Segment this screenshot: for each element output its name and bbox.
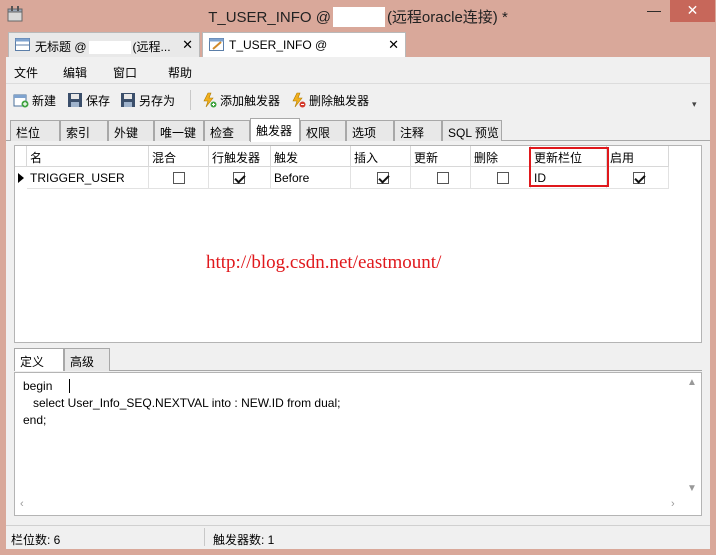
add-trigger-label: 添加触发器 bbox=[220, 94, 281, 108]
menu-file[interactable]: 文件 bbox=[14, 64, 38, 81]
vertical-scrollbar[interactable]: ▲ ▼ bbox=[684, 373, 701, 515]
cell-row-trigger[interactable] bbox=[209, 167, 271, 189]
minimize-button[interactable]: — bbox=[640, 0, 668, 22]
save-icon bbox=[68, 93, 82, 107]
table-icon bbox=[15, 38, 30, 51]
menu-bar: 文件 编辑 窗口 帮助 bbox=[6, 57, 710, 84]
cell-delete[interactable] bbox=[471, 167, 531, 189]
tab-foreign-keys[interactable]: 外键 bbox=[108, 120, 154, 141]
delete-trigger-label: 删除触发器 bbox=[309, 94, 370, 108]
code-line-2: select User_Info_SEQ.NEXTVAL into : NEW.… bbox=[23, 396, 341, 410]
doc-tab-untitled[interactable]: 无标题 @ (远程... ✕ bbox=[8, 32, 200, 57]
toolbar-separator bbox=[190, 90, 191, 110]
text-caret bbox=[69, 379, 70, 393]
redacted-host bbox=[88, 41, 131, 55]
field-count: 栏位数: 6 bbox=[11, 533, 61, 547]
column-header-update[interactable]: 更新 bbox=[411, 146, 471, 167]
scroll-up-icon[interactable]: ▲ bbox=[687, 377, 697, 388]
delete-trigger-button[interactable]: 删除触发器 bbox=[290, 92, 369, 110]
definition-tabs: 定义 高级 bbox=[14, 348, 702, 371]
update-checkbox[interactable] bbox=[437, 172, 449, 184]
tab-indexes[interactable]: 索引 bbox=[60, 120, 108, 141]
close-tab-icon[interactable]: ✕ bbox=[182, 37, 193, 53]
window-title-suffix: (远程oracle连接) * bbox=[386, 9, 508, 26]
add-trigger-icon bbox=[203, 92, 217, 108]
tab-triggers[interactable]: 触发器 bbox=[250, 118, 300, 142]
column-header-row-trigger[interactable]: 行触发器 bbox=[209, 146, 271, 167]
scroll-down-icon[interactable]: ▼ bbox=[687, 483, 697, 494]
menu-edit[interactable]: 编辑 bbox=[63, 64, 87, 81]
mixed-checkbox[interactable] bbox=[173, 172, 185, 184]
document-tab-strip: 无标题 @ (远程... ✕ T_USER_INFO @ ✕ bbox=[6, 30, 710, 58]
column-header-enabled[interactable]: 启用 bbox=[607, 146, 669, 167]
close-tab-icon[interactable]: ✕ bbox=[388, 37, 399, 53]
save-as-label: 另存为 bbox=[139, 94, 176, 108]
delete-trigger-icon bbox=[292, 92, 306, 108]
menu-help[interactable]: 帮助 bbox=[168, 64, 192, 81]
tab-advanced[interactable]: 高级 bbox=[64, 348, 110, 371]
current-row-indicator bbox=[15, 167, 27, 189]
scroll-right-icon[interactable]: › bbox=[671, 498, 675, 510]
tab-unique-keys[interactable]: 唯一键 bbox=[154, 120, 204, 141]
trigger-grid: 名 混合 行触发器 触发 插入 更新 删除 更新栏位 启用 TRIGGER_US… bbox=[14, 145, 702, 343]
column-header-fire[interactable]: 触发 bbox=[271, 146, 351, 167]
cell-fire[interactable]: Before bbox=[271, 167, 351, 189]
new-label: 新建 bbox=[32, 94, 57, 108]
toolbar-overflow-icon[interactable]: ▾ bbox=[692, 99, 697, 110]
scroll-left-icon[interactable]: ‹ bbox=[20, 498, 24, 510]
window-title-prefix: T_USER_INFO @ bbox=[208, 9, 331, 26]
new-icon bbox=[13, 94, 29, 108]
toolbar: 新建 保存 另存为 添加触发器 删除触发器 ▾ bbox=[6, 85, 710, 115]
save-as-button[interactable]: 另存为 bbox=[120, 92, 175, 110]
cell-mixed[interactable] bbox=[149, 167, 209, 189]
horizontal-scrollbar[interactable]: ‹ › bbox=[15, 498, 685, 515]
tab-fields[interactable]: 栏位 bbox=[10, 120, 60, 141]
cell-update[interactable] bbox=[411, 167, 471, 189]
column-header-name[interactable]: 名 bbox=[27, 146, 149, 167]
title-bar: T_USER_INFO @ (远程oracle连接) * — ✕ bbox=[0, 0, 716, 30]
trigger-definition-editor[interactable]: begin select User_Info_SEQ.NEXTVAL into … bbox=[14, 372, 702, 516]
save-as-icon bbox=[121, 93, 135, 107]
save-button[interactable]: 保存 bbox=[67, 92, 110, 110]
column-header-insert[interactable]: 插入 bbox=[351, 146, 411, 167]
trigger-count: 触发器数: 1 bbox=[213, 533, 275, 547]
row-header-corner bbox=[15, 146, 27, 167]
close-window-button[interactable]: ✕ bbox=[670, 0, 715, 22]
column-header-delete[interactable]: 删除 bbox=[471, 146, 531, 167]
tab-privileges[interactable]: 权限 bbox=[300, 120, 346, 141]
cell-trigger-name[interactable]: TRIGGER_USER bbox=[27, 167, 149, 189]
doc-tab-user-info[interactable]: T_USER_INFO @ ✕ bbox=[202, 32, 406, 58]
status-separator bbox=[204, 528, 205, 546]
table-edit-icon bbox=[209, 38, 224, 51]
tab-comments[interactable]: 注释 bbox=[394, 120, 442, 141]
new-button[interactable]: 新建 bbox=[13, 92, 56, 110]
property-tabs: 栏位 索引 外键 唯一键 检查 触发器 权限 选项 注释 SQL 预览 bbox=[6, 118, 710, 142]
status-bar: 栏位数: 6 触发器数: 1 bbox=[6, 525, 710, 549]
main-frame: 无标题 @ (远程... ✕ T_USER_INFO @ ✕ 文件 编辑 窗口 帮… bbox=[6, 30, 710, 549]
save-label: 保存 bbox=[86, 94, 111, 108]
watermark-url: http://blog.csdn.net/eastmount/ bbox=[206, 252, 442, 273]
update-columns-highlight bbox=[529, 147, 609, 187]
enabled-checkbox[interactable] bbox=[633, 172, 645, 184]
tab-sql-preview[interactable]: SQL 预览 bbox=[442, 120, 502, 141]
cell-insert[interactable] bbox=[351, 167, 411, 189]
add-trigger-button[interactable]: 添加触发器 bbox=[201, 92, 280, 110]
column-header-mixed[interactable]: 混合 bbox=[149, 146, 209, 167]
row-trigger-checkbox[interactable] bbox=[233, 172, 245, 184]
code-line-3: end; bbox=[23, 413, 47, 427]
doc-tab-label: T_USER_INFO @ bbox=[229, 38, 328, 52]
redacted-host bbox=[332, 6, 385, 27]
tab-definition[interactable]: 定义 bbox=[14, 348, 64, 371]
tab-checks[interactable]: 检查 bbox=[204, 120, 250, 141]
delete-checkbox[interactable] bbox=[497, 172, 509, 184]
insert-checkbox[interactable] bbox=[377, 172, 389, 184]
code-line-1: begin bbox=[23, 379, 53, 393]
doc-tab-label-prefix: 无标题 @ bbox=[35, 40, 87, 54]
cell-enabled[interactable] bbox=[607, 167, 669, 189]
window-title: T_USER_INFO @ (远程oracle连接) * bbox=[0, 6, 716, 27]
doc-tab-label-suffix: (远程... bbox=[132, 40, 171, 54]
tab-options[interactable]: 选项 bbox=[346, 120, 394, 141]
menu-window[interactable]: 窗口 bbox=[113, 64, 137, 81]
